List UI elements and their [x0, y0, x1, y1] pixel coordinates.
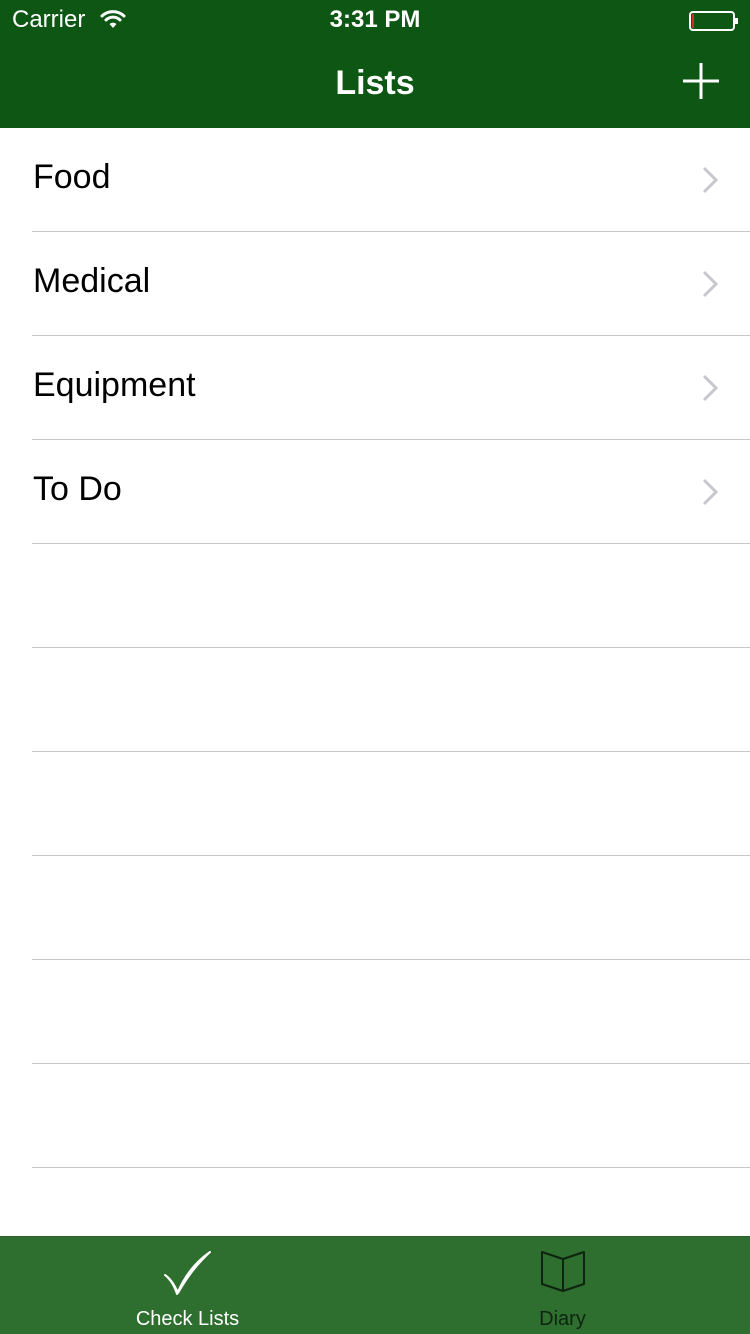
battery-icon	[689, 11, 738, 31]
tab-label: Check Lists	[135, 1308, 240, 1330]
chevron-right-icon	[702, 478, 719, 506]
empty-row	[0, 1064, 750, 1168]
empty-row	[0, 648, 750, 752]
plus-icon	[683, 63, 719, 99]
empty-row	[0, 960, 750, 1064]
chevron-right-icon	[702, 374, 719, 402]
list-item[interactable]: Food	[0, 128, 750, 232]
tab-label: Diary	[539, 1308, 586, 1330]
lists-table: Food Medical Equipment To Do	[0, 128, 750, 1236]
checkmark-icon	[163, 1251, 211, 1295]
list-item-label: Food	[33, 158, 111, 196]
status-bar: Carrier 3:31 PM	[0, 0, 750, 40]
list-item-label: Equipment	[33, 366, 196, 404]
empty-row	[0, 856, 750, 960]
tab-diary[interactable]: Diary	[375, 1237, 750, 1334]
list-item[interactable]: Equipment	[0, 336, 750, 440]
tab-bar: Check Lists Diary	[0, 1236, 750, 1334]
empty-row	[0, 752, 750, 856]
chevron-right-icon	[702, 270, 719, 298]
page-title: Lists	[335, 64, 415, 102]
list-item-label: To Do	[33, 470, 122, 508]
list-item[interactable]: Medical	[0, 232, 750, 336]
book-icon	[540, 1251, 585, 1292]
chevron-right-icon	[702, 166, 719, 194]
add-list-button[interactable]	[676, 56, 726, 106]
empty-row	[0, 544, 750, 648]
list-item-label: Medical	[33, 262, 151, 300]
list-item[interactable]: To Do	[0, 440, 750, 544]
tab-check-lists[interactable]: Check Lists	[0, 1237, 375, 1334]
navigation-header: Carrier 3:31 PM Lists	[0, 0, 750, 128]
status-time: 3:31 PM	[329, 6, 421, 33]
